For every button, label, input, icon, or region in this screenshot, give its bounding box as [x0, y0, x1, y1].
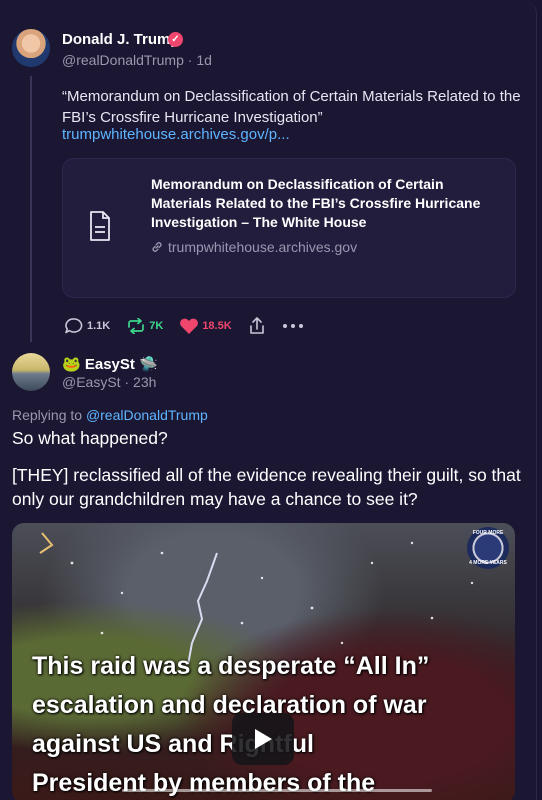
card-title: Memorandum on Declassification of Certai…	[151, 176, 481, 230]
seal-top-text: FOUR MORE	[472, 530, 504, 536]
play-button[interactable]	[232, 713, 294, 765]
repost-icon	[128, 318, 145, 334]
share-button[interactable]	[248, 316, 266, 336]
reply-author-name-row: 🐸 EasySt 🛸	[62, 355, 158, 373]
replying-label: Replying to	[12, 407, 86, 423]
document-icon	[90, 211, 110, 241]
reply-author-handle[interactable]: @EasySt	[62, 374, 121, 390]
ufo-icon: 🛸	[139, 356, 158, 373]
video-progress-bar[interactable]	[122, 789, 432, 792]
reply-handle-time: @EasySt · 23h	[62, 374, 157, 390]
play-icon	[255, 729, 272, 749]
more-icon	[282, 324, 303, 328]
post-time: 1d	[196, 52, 212, 68]
author-handle-time: @realDonaldTrump · 1d	[62, 52, 212, 68]
seal-bottom-text: 4 MORE YEARS	[469, 560, 507, 566]
post-quote: “Memorandum on Declassification of Certa…	[62, 88, 521, 126]
reply-button[interactable]: 1.1K	[64, 317, 110, 335]
like-count: 18.5K	[202, 320, 232, 332]
reply-time: 23h	[133, 374, 157, 390]
reply-line-2: [THEY] reclassified all of the evidence …	[12, 465, 521, 509]
share-icon	[249, 317, 264, 334]
presidential-seal-logo: FOUR MORE 4 MORE YEARS	[467, 527, 509, 569]
thread-line	[30, 76, 32, 342]
timeline-frame: Donald J. Trump ✓ @realDonaldTrump · 1d …	[0, 0, 537, 800]
replying-to: Replying to @realDonaldTrump	[12, 407, 208, 423]
avatar-easyst[interactable]	[12, 353, 50, 391]
card-domain: trumpwhitehouse.archives.gov	[151, 239, 357, 255]
repost-count: 7K	[149, 320, 164, 332]
heart-icon	[180, 318, 199, 334]
reply-line-1: So what happened?	[12, 428, 168, 448]
frog-icon: 🐸	[62, 356, 81, 373]
more-button[interactable]	[282, 323, 304, 329]
link-icon	[152, 242, 162, 252]
verified-badge-icon: ✓	[168, 32, 183, 47]
card-domain-text: trumpwhitehouse.archives.gov	[168, 239, 358, 255]
like-button[interactable]: 18.5K	[179, 317, 232, 335]
post-actions: 1.1K 7K 18.5K	[64, 316, 320, 336]
reply-body: So what happened? [THEY] reclassified al…	[12, 426, 522, 511]
video-media[interactable]: FOUR MORE 4 MORE YEARS This raid was a d…	[12, 523, 515, 800]
avatar-trump[interactable]	[12, 29, 50, 67]
comment-icon	[65, 318, 83, 334]
author-handle[interactable]: @realDonaldTrump	[62, 52, 184, 68]
repost-button[interactable]: 7K	[126, 318, 163, 334]
author-name[interactable]: Donald J. Trump	[62, 31, 180, 48]
reply-author-name[interactable]: EasySt	[85, 356, 135, 373]
post-link[interactable]: trumpwhitehouse.archives.gov/p...	[62, 126, 290, 143]
link-preview-card[interactable]: Memorandum on Declassification of Certai…	[62, 158, 516, 298]
reply-count: 1.1K	[87, 320, 111, 332]
replying-handle[interactable]: @realDonaldTrump	[86, 407, 208, 423]
